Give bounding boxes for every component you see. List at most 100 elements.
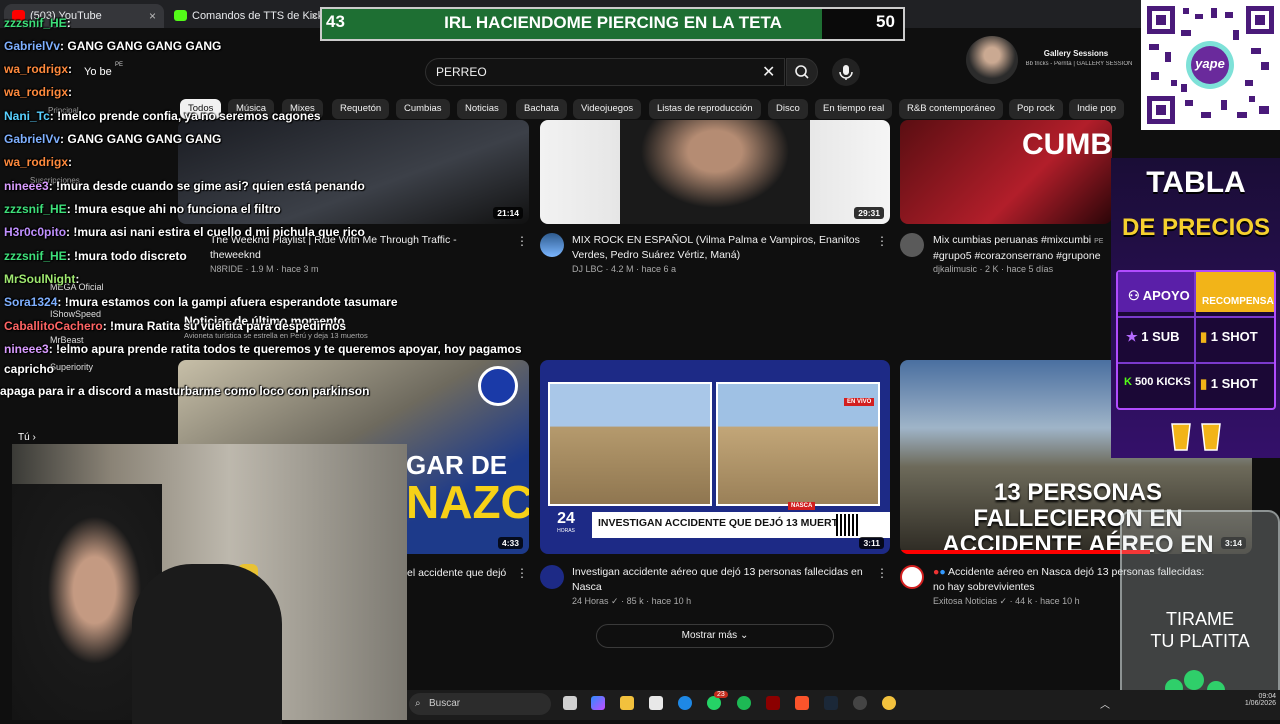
tray-chevron-icon[interactable]: ︿ bbox=[1100, 696, 1110, 711]
chat-message: wa_rodrigx: bbox=[4, 155, 72, 170]
chat-text: : !melco prende confia, ya no seremos ca… bbox=[49, 109, 321, 123]
price-row-reward: ▮ 1 SHOT bbox=[1200, 329, 1258, 345]
chip[interactable]: Indie pop bbox=[1069, 99, 1125, 119]
chat-text: capricho bbox=[4, 362, 55, 376]
close-icon[interactable]: × bbox=[149, 4, 156, 28]
live-badge: EN VIVO bbox=[844, 398, 875, 406]
file-explorer-icon[interactable] bbox=[620, 696, 634, 710]
clock[interactable]: 09:04 1/06/2026 bbox=[1238, 693, 1276, 707]
chat-username: nineee3 bbox=[4, 179, 49, 193]
show-more-button[interactable]: Mostrar más ⌄ bbox=[596, 624, 834, 648]
view-count: 4.2 M bbox=[611, 264, 634, 274]
video-title[interactable]: MIX ROCK EN ESPAÑOL (Vilma Palma e Vampi… bbox=[572, 233, 872, 263]
chat-message: zzzsnif_HE: !mura esque ahi no funciona … bbox=[4, 202, 281, 217]
channel-avatar[interactable] bbox=[900, 565, 924, 589]
chat-text: : !elmo apura prende ratita todos te que… bbox=[48, 342, 522, 356]
price-header-support: ⚇ APOYO bbox=[1128, 288, 1190, 303]
chip[interactable]: Pop rock bbox=[1009, 99, 1063, 119]
video-title[interactable]: el accidente que dejó bbox=[407, 566, 527, 581]
chip[interactable]: Listas de reproducción bbox=[649, 99, 761, 119]
sidebar-item-you[interactable]: Tú › bbox=[18, 432, 36, 443]
chat-username: H3r0c0pito bbox=[4, 225, 67, 239]
app-icon[interactable] bbox=[882, 696, 896, 710]
chat-username: wa_rodrigx bbox=[4, 155, 69, 169]
channel-name: 24 Horas bbox=[572, 596, 609, 606]
store-icon[interactable] bbox=[649, 696, 663, 710]
chip[interactable]: R&B contemporáneo bbox=[899, 99, 1004, 119]
taskbar-search[interactable]: ⌕ Buscar bbox=[409, 693, 551, 715]
obs-icon[interactable] bbox=[853, 696, 867, 710]
browser-tab-kickbot[interactable]: Comandos de TTS de KickBot × bbox=[166, 4, 326, 28]
chat-username: Sora1324 bbox=[4, 295, 58, 309]
video-title[interactable]: Mix cumbias peruanas #mixcumbi PE #grupo… bbox=[933, 233, 1113, 264]
more-options-icon[interactable]: ⋮ bbox=[516, 566, 528, 580]
chip[interactable]: Disco bbox=[768, 99, 808, 119]
duration-badge: 3:11 bbox=[859, 537, 884, 549]
chat-message: zzzsnif_HE: bbox=[4, 16, 71, 31]
chip[interactable]: Videojuegos bbox=[573, 99, 642, 119]
clock-date: 1/06/2026 bbox=[1244, 700, 1276, 707]
edge-icon[interactable] bbox=[678, 696, 692, 710]
video-title[interactable]: Investigan accidente aéreo que dejó 13 p… bbox=[572, 565, 877, 595]
task-view-icon[interactable] bbox=[563, 696, 577, 710]
app-icon[interactable] bbox=[766, 696, 780, 710]
price-reward: 1 SHOT bbox=[1210, 329, 1258, 344]
country-code: PE bbox=[1094, 238, 1104, 245]
brave-icon[interactable] bbox=[795, 696, 809, 710]
copilot-icon[interactable] bbox=[591, 696, 605, 710]
tab-title: Comandos de TTS de KickBot bbox=[192, 10, 326, 22]
chat-message: nineee3: !mura desde cuando se gime asi?… bbox=[4, 179, 365, 194]
price-tier: 500 KICKS bbox=[1135, 376, 1191, 388]
search-input[interactable]: PERREO bbox=[425, 58, 785, 86]
more-options-icon[interactable]: ⋮ bbox=[876, 234, 888, 248]
chip[interactable]: Bachata bbox=[516, 99, 567, 119]
video-thumbnail[interactable]: CUMBIAS bbox=[900, 120, 1112, 224]
upload-age: hace 5 días bbox=[1006, 264, 1054, 274]
channel-avatar[interactable] bbox=[540, 565, 564, 589]
donation-jar-text: TIRAME TU PLATITA bbox=[1130, 608, 1270, 652]
chip[interactable]: Cumbias bbox=[396, 99, 450, 119]
stream-title: IRL HACIENDOME PIERCING EN LA TETA bbox=[444, 13, 782, 32]
chat-username: GabrielVv bbox=[4, 39, 61, 53]
chat-text: apaga para ir a discord a masturbarme co… bbox=[0, 384, 370, 398]
channel-avatar[interactable] bbox=[900, 233, 924, 257]
more-options-icon[interactable]: ⋮ bbox=[876, 566, 888, 580]
whatsapp-icon[interactable] bbox=[707, 696, 721, 710]
voice-search-button[interactable] bbox=[832, 58, 860, 86]
video-title-line: Verdes, Pedro Suárez Vértiz, Maná) bbox=[572, 249, 741, 261]
sidebar-item-superiority[interactable]: Superiority bbox=[50, 362, 93, 372]
chip[interactable]: Noticias bbox=[457, 99, 507, 119]
country-code: PE bbox=[115, 62, 124, 68]
view-count: 44 k bbox=[1015, 596, 1033, 606]
kick-icon: K bbox=[1124, 376, 1132, 388]
notification-badge: 23 bbox=[714, 691, 728, 698]
chat-text: : GANG GANG GANG GANG bbox=[60, 39, 222, 53]
steam-icon[interactable] bbox=[824, 696, 838, 710]
chat-text: : !mura Ratita su vueltita para despedir… bbox=[102, 319, 347, 333]
spotify-icon[interactable] bbox=[737, 696, 751, 710]
video-thumbnail[interactable]: 29:31 bbox=[540, 120, 890, 224]
chip[interactable]: Requetón bbox=[332, 99, 390, 119]
thumbnail-text: CUMBIAS bbox=[1022, 128, 1112, 161]
price-table-subtitle: DE PRECIOS bbox=[1121, 214, 1271, 241]
more-options-icon[interactable]: ⋮ bbox=[516, 234, 528, 248]
search-icon: ⌕ bbox=[415, 698, 421, 709]
channel-avatar[interactable] bbox=[540, 233, 564, 257]
chat-username: zzzsnif_HE bbox=[4, 202, 67, 216]
goal-current: 43 bbox=[326, 12, 345, 31]
video-title-line: theweeknd bbox=[210, 249, 261, 261]
close-icon[interactable]: × bbox=[311, 4, 318, 28]
price-reward: 1 SHOT bbox=[1210, 376, 1258, 391]
video-thumbnail[interactable]: EN VIVO NASCA 24 HORAS INVESTIGAN ACCIDE… bbox=[540, 360, 890, 554]
video-title-line: MIX ROCK EN ESPAÑOL (Vilma Palma e Vampi… bbox=[572, 234, 860, 246]
yape-logo-text: yape bbox=[1195, 56, 1225, 71]
sidebar-item-ishowspeed[interactable]: IShowSpeed bbox=[50, 309, 101, 319]
search-button[interactable] bbox=[786, 58, 818, 86]
clear-search-icon[interactable]: ✕ bbox=[762, 62, 775, 82]
shot-glass-icon: ▮ bbox=[1200, 329, 1208, 344]
price-row-kicks: K 500 KICKS bbox=[1124, 376, 1191, 388]
chat-username: wa_rodrigx bbox=[4, 62, 69, 76]
channel-avatar[interactable] bbox=[966, 36, 1018, 84]
chip[interactable]: En tiempo real bbox=[815, 99, 893, 119]
price-header-reward: RECOMPENSA bbox=[1202, 296, 1274, 307]
